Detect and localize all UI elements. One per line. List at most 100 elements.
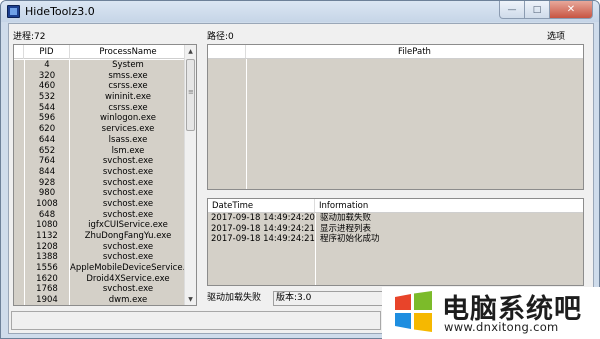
table-row[interactable]: 596 winlogon.exe (14, 113, 186, 125)
row-select-cell[interactable] (14, 124, 24, 135)
row-select-cell[interactable] (14, 209, 24, 221)
table-row[interactable]: 1904 dwm.exe (14, 295, 186, 305)
empty-cell (315, 255, 583, 266)
table-row[interactable]: 764 svchost.exe (14, 156, 186, 167)
maximize-button[interactable]: □ (525, 1, 550, 19)
processname-column-header[interactable]: ProcessName (70, 45, 186, 59)
driver-status-text: 驱动加载失败 (207, 293, 262, 303)
watermark-url: www.dnxitong.com (444, 320, 559, 334)
table-row[interactable]: 532 wininit.exe (14, 92, 186, 103)
row-select-cell[interactable] (14, 113, 24, 125)
table-row[interactable]: 980 svchost.exe (14, 188, 186, 199)
pid-cell: 1768 (24, 284, 69, 296)
processname-cell: wininit.exe (69, 92, 186, 103)
empty-cell (246, 59, 583, 70)
processname-cell: csrss.exe (69, 102, 186, 114)
empty-cell (246, 173, 583, 184)
table-row[interactable]: 844 svchost.exe (14, 166, 186, 178)
row-select-cell[interactable] (14, 81, 24, 93)
scroll-down-icon[interactable]: ▼ (185, 293, 196, 305)
pid-column-header[interactable]: PID (24, 45, 70, 59)
row-select-cell[interactable] (14, 263, 24, 274)
datetime-column-header[interactable]: DateTime (208, 199, 315, 212)
pid-cell: 596 (24, 113, 69, 125)
table-row[interactable]: 1208 svchost.exe (14, 241, 186, 253)
table-row[interactable]: 544 csrss.exe (14, 102, 186, 114)
processname-cell: svchost.exe (69, 166, 186, 178)
table-row[interactable]: 652 lsm.exe (14, 145, 186, 157)
table-row[interactable]: 460 csrss.exe (14, 81, 186, 93)
empty-cell (208, 100, 246, 111)
select-column-header[interactable] (14, 45, 24, 59)
empty-row (208, 121, 583, 132)
empty-row (208, 100, 583, 111)
table-row[interactable]: 620 services.exe (14, 124, 186, 135)
filepath-column-header[interactable]: FilePath (246, 45, 583, 58)
process-list-scrollbar[interactable]: ▲ ▼ (184, 45, 196, 305)
row-select-cell[interactable] (14, 284, 24, 296)
pid-cell: 620 (24, 124, 69, 135)
table-row[interactable]: 644 lsass.exe (14, 134, 186, 146)
table-row[interactable]: 1132 ZhuDongFangYu.exe (14, 231, 186, 242)
table-row[interactable]: 1388 svchost.exe (14, 252, 186, 264)
watermark: 电脑系统吧 www.dnxitong.com (382, 287, 600, 339)
empty-cell (208, 265, 315, 276)
select-column-header[interactable] (208, 45, 246, 58)
empty-row (208, 131, 583, 143)
pid-cell: 1132 (24, 231, 69, 242)
log-list[interactable]: DateTime Information 2017-09-18 14:49:24… (207, 198, 584, 286)
minimize-button[interactable]: — (499, 1, 525, 19)
processname-cell: svchost.exe (69, 209, 186, 221)
row-select-cell[interactable] (14, 102, 24, 114)
filepath-list-header: FilePath (208, 45, 583, 59)
table-row[interactable]: 648 svchost.exe (14, 209, 186, 221)
row-select-cell[interactable] (14, 273, 24, 285)
scroll-thumb[interactable] (186, 59, 195, 131)
row-select-cell[interactable] (14, 92, 24, 103)
empty-cell (246, 131, 583, 143)
title-bar[interactable]: HideToolz3.0 — □ ✕ (1, 1, 599, 22)
table-row[interactable]: 1556 AppleMobileDeviceService... (14, 263, 186, 274)
process-list-header: PID ProcessName (14, 45, 186, 59)
pid-cell: 1904 (24, 295, 69, 305)
row-select-cell[interactable] (14, 231, 24, 242)
information-column-header[interactable]: Information (315, 199, 583, 212)
row-select-cell[interactable] (14, 156, 24, 167)
table-row[interactable]: 4 System (14, 60, 186, 71)
row-select-cell[interactable] (14, 60, 24, 71)
information-cell: 程序初始化成功 (315, 234, 583, 245)
process-list[interactable]: PID ProcessName 4 System 320 smss.exe 460 csr… (13, 44, 197, 306)
close-button[interactable]: ✕ (550, 1, 593, 19)
row-select-cell[interactable] (14, 70, 24, 82)
row-select-cell[interactable] (14, 198, 24, 210)
table-row[interactable]: 1080 igfxCUIService.exe (14, 220, 186, 231)
process-count-label: 进程:72 (13, 32, 46, 42)
empty-cell (208, 244, 315, 255)
table-row[interactable]: 320 smss.exe (14, 70, 186, 82)
row-select-cell[interactable] (14, 220, 24, 231)
options-menu[interactable]: 选项 (547, 29, 565, 42)
empty-row (208, 69, 583, 80)
row-select-cell[interactable] (14, 252, 24, 264)
empty-cell (208, 276, 315, 285)
row-select-cell[interactable] (14, 241, 24, 253)
empty-cell (246, 100, 583, 111)
table-row[interactable]: 928 svchost.exe (14, 177, 186, 189)
row-select-cell[interactable] (14, 295, 24, 305)
table-row[interactable]: 1008 svchost.exe (14, 198, 186, 210)
table-row[interactable]: 1620 Droid4XService.exe (14, 273, 186, 285)
row-select-cell[interactable] (14, 188, 24, 199)
pid-cell: 764 (24, 156, 69, 167)
empty-cell (246, 183, 583, 189)
filepath-list[interactable]: FilePath (207, 44, 584, 190)
processname-cell: igfxCUIService.exe (69, 220, 186, 231)
version-text: 版本:3.0 (276, 293, 312, 303)
table-row[interactable]: 1768 svchost.exe (14, 284, 186, 296)
row-select-cell[interactable] (14, 177, 24, 189)
row-select-cell[interactable] (14, 145, 24, 157)
empty-cell (246, 121, 583, 132)
row-select-cell[interactable] (14, 134, 24, 146)
row-select-cell[interactable] (14, 166, 24, 178)
processname-cell: csrss.exe (69, 81, 186, 93)
scroll-up-icon[interactable]: ▲ (185, 45, 196, 57)
